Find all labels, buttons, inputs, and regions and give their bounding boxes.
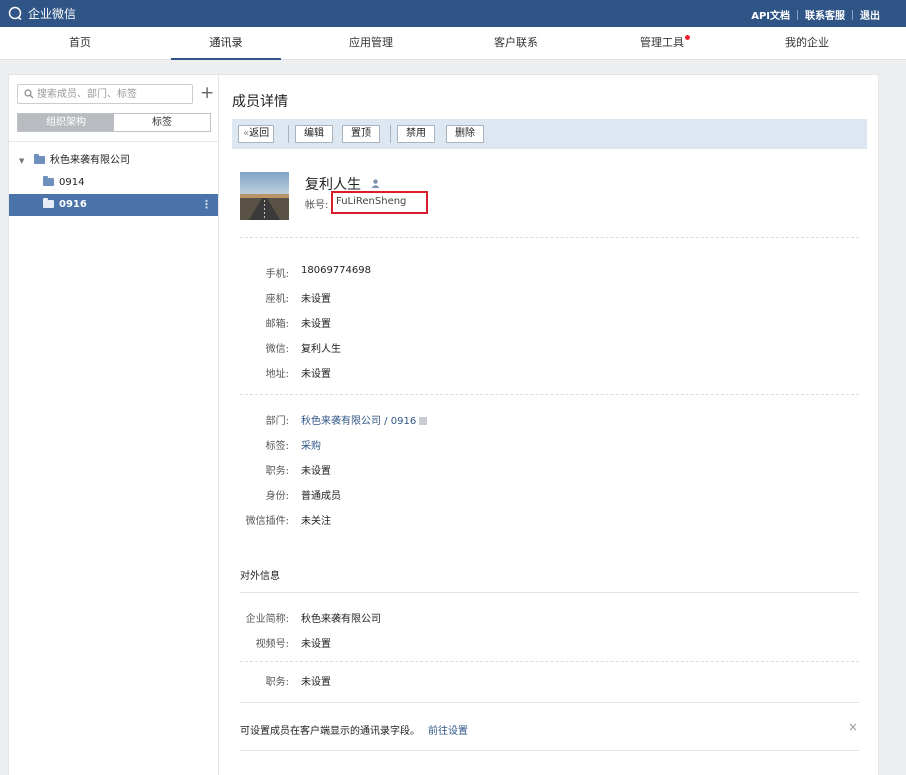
- tree-item-root[interactable]: ▼ 秋色来袭有限公司: [9, 150, 219, 172]
- field-value: 普通成员: [301, 491, 341, 502]
- field-value: 未设置: [301, 639, 331, 650]
- tab-tags[interactable]: 标签: [114, 114, 210, 131]
- logo[interactable]: 企业微信: [8, 5, 76, 22]
- sidebar-segmented-control: 组织架构 标签: [17, 113, 211, 132]
- tree-item-label: 0914: [59, 177, 85, 188]
- tab-apps[interactable]: 应用管理: [316, 27, 426, 60]
- account-label: 帐号:: [305, 200, 329, 211]
- divider: [9, 141, 219, 142]
- field-value: 未设置: [301, 677, 331, 688]
- field-label: 手机:: [265, 269, 289, 280]
- go-to-settings-link[interactable]: 前往设置: [428, 726, 468, 737]
- disable-button[interactable]: 禁用: [397, 125, 435, 143]
- tab-management-tools[interactable]: 管理工具: [607, 27, 717, 60]
- logo-text: 企业微信: [28, 7, 77, 21]
- folder-icon: [43, 198, 54, 208]
- sidebar: + 组织架构 标签 ▼ 秋色来袭有限公司 0914 0916 ⋮: [8, 74, 219, 775]
- top-bar: 企业微信 API文档 联系客服 退出: [0, 0, 906, 27]
- field-value: 未设置: [301, 319, 331, 330]
- back-label: 返回: [249, 128, 270, 139]
- divider: [240, 750, 859, 751]
- folder-icon: [43, 176, 54, 186]
- field-label: 微信插件:: [245, 516, 289, 527]
- contact-support-link[interactable]: 联系客服: [805, 7, 845, 22]
- field-label: 座机:: [265, 294, 289, 305]
- divider: [288, 125, 289, 143]
- settings-tip: 可设置成员在客户端显示的通讯录字段。 前往设置: [240, 722, 468, 737]
- close-icon[interactable]: ×: [848, 720, 858, 734]
- tree-item-0914[interactable]: 0914: [9, 172, 219, 194]
- notification-dot: [685, 35, 690, 40]
- highlight-box: [331, 191, 428, 214]
- avatar-image: [240, 172, 289, 220]
- field-value: 未设置: [301, 294, 331, 305]
- tree-item-label: 秋色来袭有限公司: [50, 155, 130, 166]
- back-button[interactable]: «返回: [238, 125, 275, 143]
- field-value: 未设置: [301, 369, 331, 380]
- field-label: 职务:: [265, 677, 289, 688]
- divider: [240, 661, 859, 662]
- search-icon: [24, 89, 34, 99]
- delete-button[interactable]: 删除: [446, 125, 484, 143]
- divider: [240, 237, 859, 238]
- member-detail-panel: 成员详情 «返回 编辑 置顶 禁用 删除 复利人生 帐号: FuLiRenShe…: [218, 74, 879, 775]
- divider: [797, 9, 798, 20]
- edit-button[interactable]: 编辑: [295, 125, 333, 143]
- tab-my-company[interactable]: 我的企业: [752, 27, 862, 60]
- divider: [240, 702, 859, 703]
- department-info-icon[interactable]: [419, 417, 428, 425]
- folder-icon: [34, 154, 45, 164]
- person-icon: [371, 179, 380, 188]
- tab-contacts[interactable]: 通讯录: [171, 27, 281, 60]
- field-label: 地址:: [265, 369, 289, 380]
- tab-customer-contact[interactable]: 客户联系: [461, 27, 571, 60]
- tree-item-0916[interactable]: 0916 ⋮: [9, 194, 219, 216]
- field-value: 18069774698: [301, 265, 371, 276]
- divider: [390, 125, 391, 143]
- avatar: [240, 172, 289, 220]
- field-label: 视频号:: [255, 639, 289, 650]
- tab-home[interactable]: 首页: [25, 27, 135, 60]
- api-docs-link[interactable]: API文档: [751, 7, 790, 22]
- add-icon[interactable]: +: [200, 85, 214, 102]
- tree-item-label: 0916: [59, 199, 87, 210]
- tab-org-structure[interactable]: 组织架构: [18, 114, 114, 131]
- field-label: 部门:: [265, 416, 289, 427]
- divider: [240, 394, 859, 395]
- section-title-external: 对外信息: [240, 571, 280, 582]
- wecom-logo-icon: [8, 6, 22, 21]
- field-value: 未关注: [301, 516, 331, 527]
- caret-down-icon[interactable]: ▼: [19, 150, 24, 172]
- logout-link[interactable]: 退出: [860, 7, 880, 22]
- field-label: 邮箱:: [265, 319, 289, 330]
- top-links: API文档 联系客服 退出: [751, 7, 880, 22]
- tag-link[interactable]: 采购: [301, 437, 321, 452]
- field-value: 复利人生: [301, 344, 341, 355]
- field-value: 秋色来袭有限公司: [301, 614, 381, 625]
- field-value: 秋色来袭有限公司 / 0916: [301, 412, 428, 427]
- main-nav: 首页 通讯录 应用管理 客户联系 管理工具 我的企业: [0, 27, 906, 60]
- field-label: 身份:: [265, 491, 289, 502]
- field-label: 企业简称:: [245, 614, 289, 625]
- search-box: [17, 84, 193, 104]
- field-label: 职务:: [265, 466, 289, 477]
- field-label: 标签:: [265, 441, 289, 452]
- page-gutter: [879, 60, 906, 775]
- page-title: 成员详情: [232, 94, 288, 110]
- pin-top-button[interactable]: 置顶: [342, 125, 380, 143]
- field-value: 未设置: [301, 466, 331, 477]
- toolbar: «返回 编辑 置顶 禁用 删除: [232, 119, 867, 149]
- divider: [852, 9, 853, 20]
- field-label: 微信:: [265, 344, 289, 355]
- tip-text: 可设置成员在客户端显示的通讯录字段。: [240, 726, 420, 737]
- department-link[interactable]: 秋色来袭有限公司 / 0916: [301, 416, 416, 427]
- search-input[interactable]: [37, 86, 187, 102]
- divider: [240, 592, 859, 593]
- more-options-icon[interactable]: ⋮: [201, 194, 212, 216]
